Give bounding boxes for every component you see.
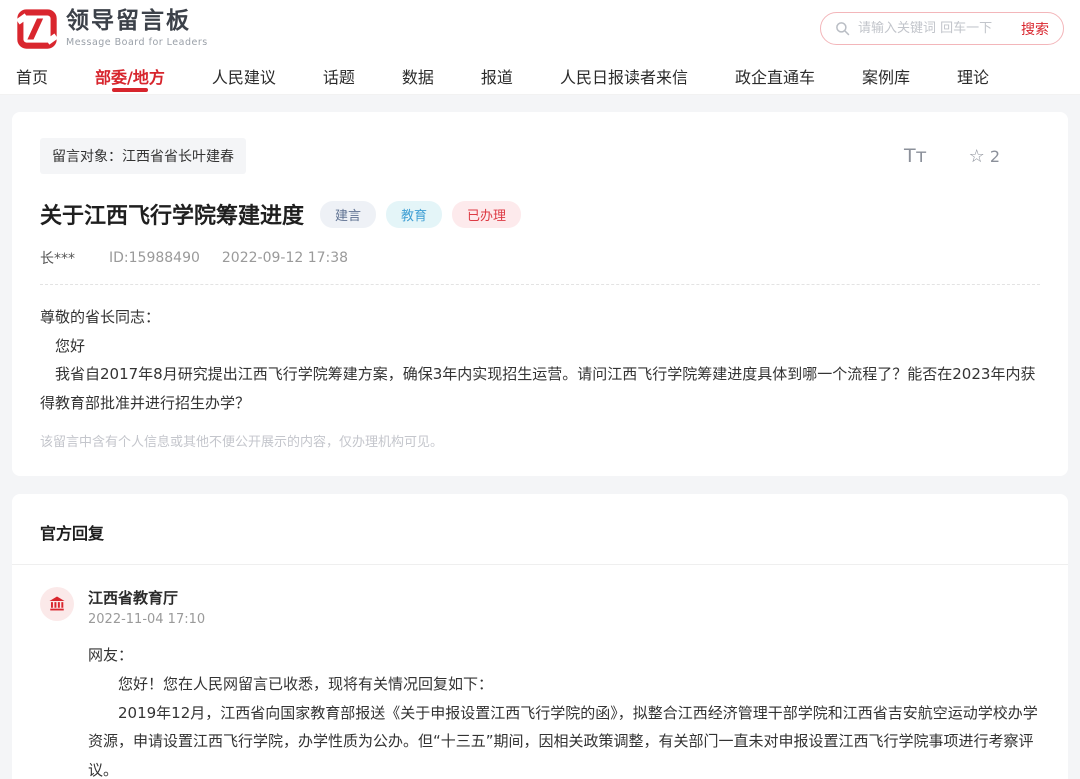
agency-name: 江西省教育厅 <box>88 587 205 608</box>
reply-paragraph: 网友： <box>88 641 1040 670</box>
nav-item-ministries-local[interactable]: 部委/地方 <box>95 57 165 95</box>
tag-suggestion[interactable]: 建言 <box>320 201 376 228</box>
nav-item-data[interactable]: 数据 <box>402 57 434 95</box>
message-paragraph: 我省自2017年8月研究提出江西飞行学院筹建方案，确保3年内实现招生运营。请问江… <box>40 360 1040 417</box>
nav-item-gov-enterprise[interactable]: 政企直通车 <box>735 57 815 95</box>
government-building-icon <box>48 595 66 613</box>
privacy-note: 该留言中含有个人信息或其他不便公开展示的内容，仅办理机构可见。 <box>40 431 1040 450</box>
message-body: 尊敬的省长同志： 您好 我省自2017年8月研究提出江西飞行学院筹建方案，确保3… <box>40 303 1040 417</box>
search-button[interactable]: 搜索 <box>1021 19 1049 39</box>
nav-item-topics[interactable]: 话题 <box>323 57 355 95</box>
site-header: 领导留言板 Message Board for Leaders 搜索 <box>0 0 1080 57</box>
star-icon: ☆ <box>969 146 985 167</box>
divider <box>12 564 1068 565</box>
message-target-label: 留言对象：江西省省长叶建春 <box>40 138 246 174</box>
message-paragraph: 尊敬的省长同志： <box>40 303 1040 332</box>
nav-item-reports[interactable]: 报道 <box>481 57 513 95</box>
message-paragraph: 您好 <box>40 332 1040 361</box>
reply-date: 2022-11-04 17:10 <box>88 612 205 627</box>
nav-item-people-suggestions[interactable]: 人民建议 <box>212 57 276 95</box>
message-card: 留言对象：江西省省长叶建春 Tт ☆ 2 关于江西飞行学院筹建进度 建言 教育 … <box>12 112 1068 476</box>
star-count: 2 <box>990 147 1000 166</box>
nav-item-case-library[interactable]: 案例库 <box>862 57 910 95</box>
logo-subtitle: Message Board for Leaders <box>66 37 208 48</box>
tag-education[interactable]: 教育 <box>386 201 442 228</box>
official-reply-card: 官方回复 江西省教育厅 2022-11-04 17:10 网友： 您好！您在人民… <box>12 494 1068 779</box>
reply-paragraph: 您好！您在人民网留言已收悉，现将有关情况回复如下： <box>88 670 1040 699</box>
search-input[interactable] <box>858 21 1021 36</box>
search-box[interactable]: 搜索 <box>820 12 1064 45</box>
nav-item-theory[interactable]: 理论 <box>957 57 989 95</box>
font-size-toggle[interactable]: Tт <box>904 145 927 167</box>
nav-item-home[interactable]: 首页 <box>16 57 48 95</box>
tag-status-handled: 已办理 <box>452 201 521 228</box>
site-logo[interactable]: 领导留言板 Message Board for Leaders <box>16 8 208 50</box>
reply-body: 网友： 您好！您在人民网留言已收悉，现将有关情况回复如下： 2019年12月，江… <box>88 641 1040 779</box>
reply-section-title: 官方回复 <box>40 520 1040 544</box>
nav-item-reader-letters[interactable]: 人民日报读者来信 <box>560 57 688 95</box>
reply-paragraph: 2019年12月，江西省向国家教育部报送《关于申报设置江西飞行学院的函》，拟整合… <box>88 699 1040 779</box>
agency-avatar <box>40 587 74 621</box>
message-title: 关于江西飞行学院筹建进度 <box>40 198 304 230</box>
star-favorite-button[interactable]: ☆ 2 <box>969 146 1000 167</box>
message-author: 长*** <box>40 248 75 268</box>
search-icon <box>835 21 850 36</box>
main-nav: 首页 部委/地方 人民建议 话题 数据 报道 人民日报读者来信 政企直通车 案例… <box>0 57 1080 95</box>
logo-icon <box>16 8 58 50</box>
logo-title: 领导留言板 <box>66 9 208 34</box>
message-date: 2022-09-12 17:38 <box>222 250 348 266</box>
message-id: ID:15988490 <box>109 250 200 266</box>
